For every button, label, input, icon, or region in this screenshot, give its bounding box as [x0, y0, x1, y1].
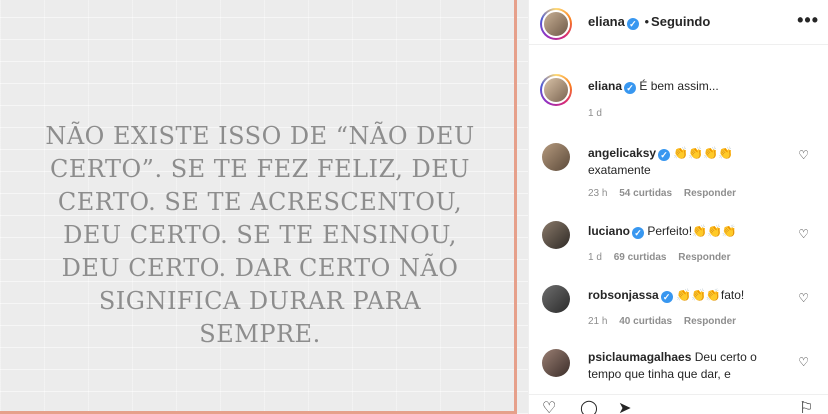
author-username[interactable]: eliana — [588, 14, 625, 29]
commenter-avatar[interactable] — [542, 143, 570, 171]
caption-text: eliana ✓ É bem assim... — [588, 78, 788, 95]
verified-icon: ✓ — [660, 291, 673, 303]
post-image: NÃO EXISTE ISSO DE “NÃO DEU CERTO”. SE T… — [0, 0, 528, 414]
commenter-avatar[interactable] — [542, 285, 570, 313]
share-icon[interactable]: ➤ — [618, 398, 631, 414]
comment-meta: 21 h 40 curtidas Responder — [588, 316, 745, 327]
heart-icon[interactable]: ♡ — [798, 148, 809, 162]
reply-button[interactable]: Responder — [678, 252, 730, 263]
comment-text: angelicaksy ✓ 👏👏👏👏 exatamente — [588, 145, 788, 179]
verified-icon: ✓ — [658, 149, 671, 161]
quote-text: NÃO EXISTE ISSO DE “NÃO DEU CERTO”. SE T… — [45, 122, 475, 348]
verified-icon: ✓ — [624, 82, 637, 94]
commenter-avatar[interactable] — [542, 349, 570, 377]
post-author: eliana ✓ • Seguindo — [588, 14, 710, 30]
comment-body: 👏👏👏fato! — [676, 288, 745, 302]
comment-username[interactable]: psiclaumagalhaes — [588, 350, 691, 364]
heart-icon[interactable]: ♡ — [798, 291, 809, 305]
comment-time: 21 h — [588, 316, 608, 327]
commenter-avatar[interactable] — [542, 221, 570, 249]
comment-text: psiclaumagalhaes Deu certo o tempo que t… — [588, 349, 773, 383]
verified-icon: ✓ — [632, 227, 645, 239]
comment-body: 👏👏👏👏 — [673, 146, 734, 160]
comment-body-line2: exatamente — [588, 163, 651, 177]
comment-text: luciano ✓ Perfeito!👏👏👏 — [588, 223, 788, 240]
comment-body: Perfeito!👏👏👏 — [647, 224, 737, 238]
caption-meta: 1 d — [588, 108, 611, 119]
caption-body: É bem assim... — [639, 79, 719, 93]
caption-time: 1 d — [588, 108, 602, 119]
comment-likes[interactable]: 69 curtidas — [614, 252, 667, 263]
comment-meta: 1 d 69 curtidas Responder — [588, 252, 740, 263]
comment-username[interactable]: robsonjassa — [588, 288, 659, 302]
comment-icon[interactable]: ◯ — [580, 398, 598, 414]
reply-button[interactable]: Responder — [684, 188, 736, 199]
comment-text: robsonjassa ✓ 👏👏👏fato! — [588, 287, 788, 304]
comment-username[interactable]: angelicaksy — [588, 146, 656, 160]
comment-time: 23 h — [588, 188, 608, 199]
action-bar: ♡ ◯ ➤ ⚐ — [529, 394, 828, 414]
comment-likes[interactable]: 54 curtidas — [619, 188, 672, 199]
post-sidebar: eliana ✓ • Seguindo ••• eliana ✓ É bem assi… — [528, 0, 828, 414]
like-heart-icon[interactable]: ♡ — [542, 398, 556, 414]
follow-status[interactable]: Seguindo — [651, 14, 710, 29]
reply-button[interactable]: Responder — [684, 316, 736, 327]
comment-username[interactable]: luciano — [588, 224, 630, 238]
comment-meta: 23 h 54 curtidas Responder — [588, 188, 745, 199]
heart-icon[interactable]: ♡ — [798, 227, 809, 241]
verified-icon: ✓ — [626, 18, 639, 30]
heart-icon[interactable]: ♡ — [798, 355, 809, 369]
caption-avatar[interactable] — [540, 74, 572, 106]
save-bookmark-icon[interactable]: ⚐ — [799, 398, 813, 414]
separator: • — [644, 14, 650, 29]
comment-time: 1 d — [588, 252, 602, 263]
author-avatar[interactable] — [540, 8, 572, 40]
caption-username[interactable]: eliana — [588, 79, 622, 93]
comment-likes[interactable]: 40 curtidas — [619, 316, 672, 327]
post-header: eliana ✓ • Seguindo ••• — [529, 0, 828, 45]
more-options-icon[interactable]: ••• — [797, 10, 819, 31]
